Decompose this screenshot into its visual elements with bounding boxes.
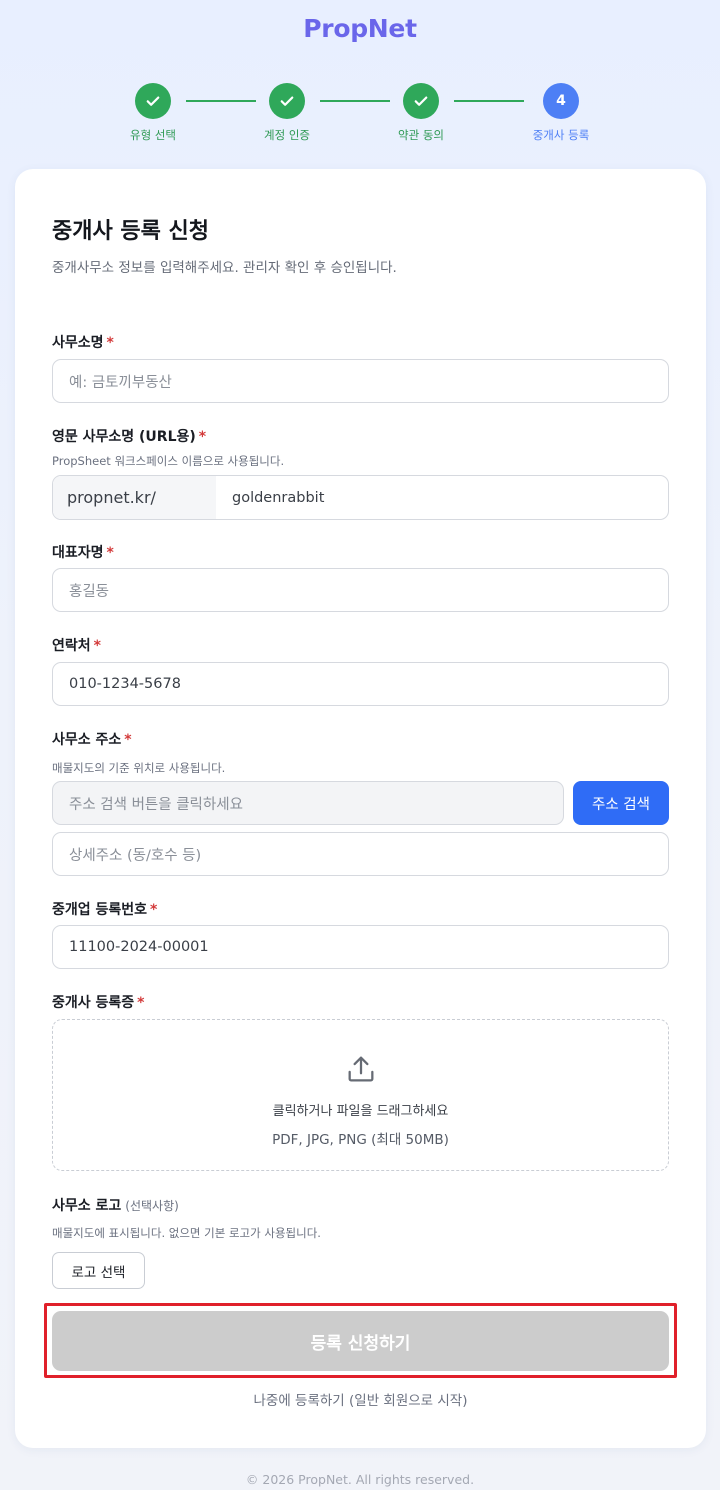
step-2-done-indicator [269,83,305,119]
footer-copyright: © 2026 PropNet. All rights reserved. [245,1472,475,1487]
step-label-terms: 약관 동의 [398,128,444,142]
office-name-label: 사무소명 * [52,335,114,351]
url-prefix: propnet.kr/ [53,476,216,519]
office-name-input[interactable]: 예: 금토끼부동산 [52,359,669,403]
form-subtitle: 중개사무소 정보를 입력해주세요. 관리자 확인 후 승인됩니다. [52,260,397,276]
step-label-account: 계정 인증 [264,128,310,142]
brand-logo: PropNet [303,14,417,43]
logo-select-button[interactable]: 로고 선택 [52,1252,145,1289]
upload-icon [348,1056,374,1082]
register-later-link[interactable]: 나중에 등록하기 (일반 회원으로 시작) [15,1389,706,1409]
registration-number-input[interactable]: 11100-2024-00001 [52,925,669,969]
phone-input[interactable]: 010-1234-5678 [52,662,669,706]
step-label-type: 유형 선택 [130,128,176,142]
address-input[interactable]: 주소 검색 버튼을 클릭하세요 [52,781,564,825]
step-connector [320,100,390,102]
address-label: 사무소 주소 * [52,732,132,748]
address-search-button[interactable]: 주소 검색 [573,781,669,825]
office-name-en-label: 영문 사무소명 (URL용) * [52,429,207,445]
upload-instruction: 클릭하거나 파일을 드래그하세요 [272,1104,449,1119]
logo-label: 사무소 로고 (선택사항) [52,1198,179,1214]
representative-input[interactable]: 홍길동 [52,568,669,612]
step-1-done-indicator [135,83,171,119]
phone-label: 연락처 * [52,638,101,654]
step-connector [454,100,524,102]
signup-stepper: 4 유형 선택 계정 인증 약관 동의 중개사 등록 [0,83,720,143]
form-title: 중개사 등록 신청 [52,219,209,244]
office-url-input[interactable]: goldenrabbit [216,476,668,519]
logo-hint: 매물지도에 표시됩니다. 없으면 기본 로고가 사용됩니다. [52,1226,321,1240]
upload-formats: PDF, JPG, PNG (최대 50MB) [272,1132,449,1148]
office-url-input-group: propnet.kr/ goldenrabbit [52,475,669,520]
address-hint: 매물지도의 기준 위치로 사용됩니다. [52,761,226,775]
registration-form-card: 중개사 등록 신청 중개사무소 정보를 입력해주세요. 관리자 확인 후 승인됩… [15,169,706,1448]
step-4-current-indicator: 4 [543,83,579,119]
registration-number-label: 중개업 등록번호 * [52,902,158,918]
office-name-en-hint: PropSheet 워크스페이스 이름으로 사용됩니다. [52,454,285,468]
certificate-upload-dropzone[interactable]: 클릭하거나 파일을 드래그하세요 PDF, JPG, PNG (최대 50MB) [52,1019,669,1171]
check-icon [414,96,428,106]
step-3-done-indicator [403,83,439,119]
submit-registration-button[interactable]: 등록 신청하기 [52,1311,669,1371]
certificate-label: 중개사 등록증 * [52,995,145,1011]
address-detail-input[interactable]: 상세주소 (동/호수 등) [52,832,669,876]
step-label-agent-registration: 중개사 등록 [532,128,590,142]
check-icon [146,96,160,106]
check-icon [280,96,294,106]
step-connector [186,100,256,102]
representative-label: 대표자명 * [52,545,114,561]
